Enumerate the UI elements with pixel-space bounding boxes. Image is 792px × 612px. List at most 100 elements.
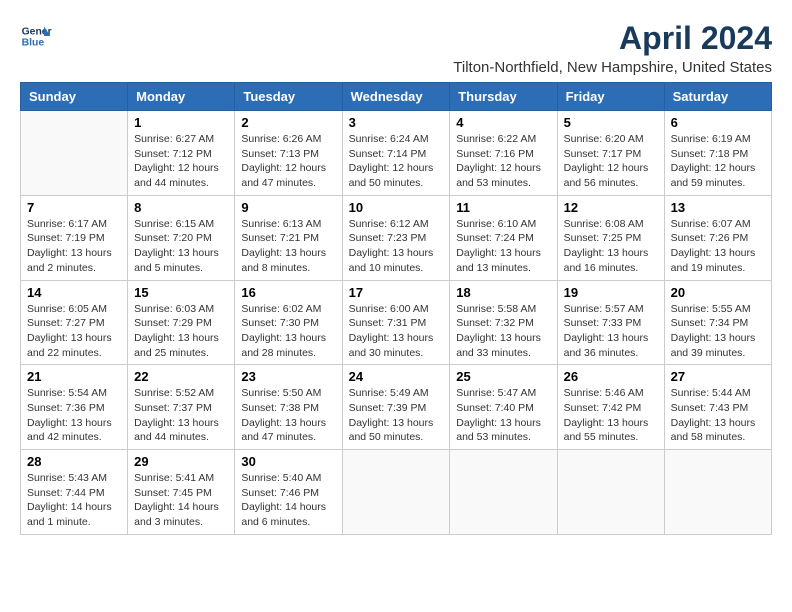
- calendar-cell: 25 Sunrise: 5:47 AMSunset: 7:40 PMDayligh…: [450, 365, 557, 450]
- calendar-cell: 10 Sunrise: 6:12 AMSunset: 7:23 PMDayligh…: [342, 195, 450, 280]
- calendar-cell: 28 Sunrise: 5:43 AMSunset: 7:44 PMDayligh…: [21, 450, 128, 535]
- day-info: Sunrise: 5:50 AMSunset: 7:38 PMDaylight:…: [241, 386, 335, 445]
- day-number: 25: [456, 369, 550, 384]
- day-number: 28: [27, 454, 121, 469]
- calendar-cell: 27 Sunrise: 5:44 AMSunset: 7:43 PMDayligh…: [664, 365, 771, 450]
- day-number: 7: [27, 200, 121, 215]
- calendar-week-5: 28 Sunrise: 5:43 AMSunset: 7:44 PMDayligh…: [21, 450, 772, 535]
- calendar-cell: 18 Sunrise: 5:58 AMSunset: 7:32 PMDayligh…: [450, 280, 557, 365]
- day-number: 14: [27, 285, 121, 300]
- calendar-week-3: 14 Sunrise: 6:05 AMSunset: 7:27 PMDayligh…: [21, 280, 772, 365]
- day-number: 4: [456, 115, 550, 130]
- day-number: 26: [564, 369, 658, 384]
- day-header-saturday: Saturday: [664, 83, 771, 111]
- calendar-cell: [342, 450, 450, 535]
- day-header-monday: Monday: [128, 83, 235, 111]
- calendar-cell: [21, 111, 128, 196]
- day-number: 6: [671, 115, 765, 130]
- title-block: April 2024 Tilton-Northfield, New Hampsh…: [453, 20, 772, 76]
- day-info: Sunrise: 6:08 AMSunset: 7:25 PMDaylight:…: [564, 217, 658, 276]
- day-number: 21: [27, 369, 121, 384]
- day-number: 30: [241, 454, 335, 469]
- day-number: 18: [456, 285, 550, 300]
- calendar-table: SundayMondayTuesdayWednesdayThursdayFrid…: [20, 82, 772, 535]
- calendar-week-4: 21 Sunrise: 5:54 AMSunset: 7:36 PMDayligh…: [21, 365, 772, 450]
- day-info: Sunrise: 5:57 AMSunset: 7:33 PMDaylight:…: [564, 302, 658, 361]
- day-number: 22: [134, 369, 228, 384]
- calendar-cell: 19 Sunrise: 5:57 AMSunset: 7:33 PMDayligh…: [557, 280, 664, 365]
- day-number: 27: [671, 369, 765, 384]
- month-year-title: April 2024: [453, 20, 772, 57]
- calendar-header-row: SundayMondayTuesdayWednesdayThursdayFrid…: [21, 83, 772, 111]
- day-number: 8: [134, 200, 228, 215]
- location-subtitle: Tilton-Northfield, New Hampshire, United…: [453, 59, 772, 76]
- day-info: Sunrise: 6:13 AMSunset: 7:21 PMDaylight:…: [241, 217, 335, 276]
- day-number: 29: [134, 454, 228, 469]
- day-info: Sunrise: 6:15 AMSunset: 7:20 PMDaylight:…: [134, 217, 228, 276]
- calendar-cell: [557, 450, 664, 535]
- calendar-cell: 12 Sunrise: 6:08 AMSunset: 7:25 PMDayligh…: [557, 195, 664, 280]
- calendar-cell: 30 Sunrise: 5:40 AMSunset: 7:46 PMDayligh…: [235, 450, 342, 535]
- calendar-cell: 29 Sunrise: 5:41 AMSunset: 7:45 PMDayligh…: [128, 450, 235, 535]
- day-info: Sunrise: 5:41 AMSunset: 7:45 PMDaylight:…: [134, 471, 228, 530]
- calendar-cell: 15 Sunrise: 6:03 AMSunset: 7:29 PMDayligh…: [128, 280, 235, 365]
- day-number: 23: [241, 369, 335, 384]
- day-info: Sunrise: 5:54 AMSunset: 7:36 PMDaylight:…: [27, 386, 121, 445]
- day-info: Sunrise: 5:46 AMSunset: 7:42 PMDaylight:…: [564, 386, 658, 445]
- day-info: Sunrise: 5:40 AMSunset: 7:46 PMDaylight:…: [241, 471, 335, 530]
- calendar-cell: 4Sunrise: 6:22 AMSunset: 7:16 PMDaylight…: [450, 111, 557, 196]
- calendar-cell: 16 Sunrise: 6:02 AMSunset: 7:30 PMDayligh…: [235, 280, 342, 365]
- calendar-cell: 14 Sunrise: 6:05 AMSunset: 7:27 PMDayligh…: [21, 280, 128, 365]
- day-number: 5: [564, 115, 658, 130]
- day-info: Sunrise: 5:55 AMSunset: 7:34 PMDaylight:…: [671, 302, 765, 361]
- day-info: Sunrise: 6:17 AMSunset: 7:19 PMDaylight:…: [27, 217, 121, 276]
- calendar-cell: 8 Sunrise: 6:15 AMSunset: 7:20 PMDaylight…: [128, 195, 235, 280]
- calendar-cell: 20 Sunrise: 5:55 AMSunset: 7:34 PMDayligh…: [664, 280, 771, 365]
- day-number: 16: [241, 285, 335, 300]
- page-header: General Blue General Blue April 2024 Til…: [20, 20, 772, 76]
- day-info: Sunrise: 6:19 AMSunset: 7:18 PMDaylight:…: [671, 132, 765, 191]
- day-info: Sunrise: 6:05 AMSunset: 7:27 PMDaylight:…: [27, 302, 121, 361]
- calendar-cell: 23 Sunrise: 5:50 AMSunset: 7:38 PMDayligh…: [235, 365, 342, 450]
- day-info: Sunrise: 5:43 AMSunset: 7:44 PMDaylight:…: [27, 471, 121, 530]
- day-info: Sunrise: 6:02 AMSunset: 7:30 PMDaylight:…: [241, 302, 335, 361]
- calendar-cell: 24 Sunrise: 5:49 AMSunset: 7:39 PMDayligh…: [342, 365, 450, 450]
- day-header-thursday: Thursday: [450, 83, 557, 111]
- day-header-friday: Friday: [557, 83, 664, 111]
- day-number: 2: [241, 115, 335, 130]
- calendar-cell: 13Sunrise: 6:07 AMSunset: 7:26 PMDayligh…: [664, 195, 771, 280]
- day-info: Sunrise: 6:26 AMSunset: 7:13 PMDaylight:…: [241, 132, 335, 191]
- day-info: Sunrise: 5:44 AMSunset: 7:43 PMDaylight:…: [671, 386, 765, 445]
- day-number: 9: [241, 200, 335, 215]
- day-info: Sunrise: 6:07 AMSunset: 7:26 PMDaylight:…: [671, 217, 765, 276]
- calendar-cell: 6 Sunrise: 6:19 AMSunset: 7:18 PMDaylight…: [664, 111, 771, 196]
- day-info: Sunrise: 5:49 AMSunset: 7:39 PMDaylight:…: [349, 386, 444, 445]
- calendar-cell: 22 Sunrise: 5:52 AMSunset: 7:37 PMDayligh…: [128, 365, 235, 450]
- day-header-tuesday: Tuesday: [235, 83, 342, 111]
- day-number: 12: [564, 200, 658, 215]
- calendar-week-2: 7 Sunrise: 6:17 AMSunset: 7:19 PMDaylight…: [21, 195, 772, 280]
- day-info: Sunrise: 5:52 AMSunset: 7:37 PMDaylight:…: [134, 386, 228, 445]
- day-info: Sunrise: 6:12 AMSunset: 7:23 PMDaylight:…: [349, 217, 444, 276]
- calendar-cell: 11Sunrise: 6:10 AMSunset: 7:24 PMDayligh…: [450, 195, 557, 280]
- day-number: 11: [456, 200, 550, 215]
- day-info: Sunrise: 6:03 AMSunset: 7:29 PMDaylight:…: [134, 302, 228, 361]
- day-number: 10: [349, 200, 444, 215]
- day-header-wednesday: Wednesday: [342, 83, 450, 111]
- day-number: 20: [671, 285, 765, 300]
- day-number: 3: [349, 115, 444, 130]
- day-number: 24: [349, 369, 444, 384]
- calendar-cell: [664, 450, 771, 535]
- day-info: Sunrise: 6:20 AMSunset: 7:17 PMDaylight:…: [564, 132, 658, 191]
- calendar-cell: 3Sunrise: 6:24 AMSunset: 7:14 PMDaylight…: [342, 111, 450, 196]
- calendar-week-1: 1Sunrise: 6:27 AMSunset: 7:12 PMDaylight…: [21, 111, 772, 196]
- calendar-cell: 5 Sunrise: 6:20 AMSunset: 7:17 PMDaylight…: [557, 111, 664, 196]
- day-number: 19: [564, 285, 658, 300]
- calendar-cell: 7 Sunrise: 6:17 AMSunset: 7:19 PMDaylight…: [21, 195, 128, 280]
- day-info: Sunrise: 6:27 AMSunset: 7:12 PMDaylight:…: [134, 132, 228, 191]
- day-number: 15: [134, 285, 228, 300]
- day-info: Sunrise: 5:47 AMSunset: 7:40 PMDaylight:…: [456, 386, 550, 445]
- day-info: Sunrise: 5:58 AMSunset: 7:32 PMDaylight:…: [456, 302, 550, 361]
- calendar-cell: [450, 450, 557, 535]
- logo: General Blue General Blue: [20, 20, 52, 52]
